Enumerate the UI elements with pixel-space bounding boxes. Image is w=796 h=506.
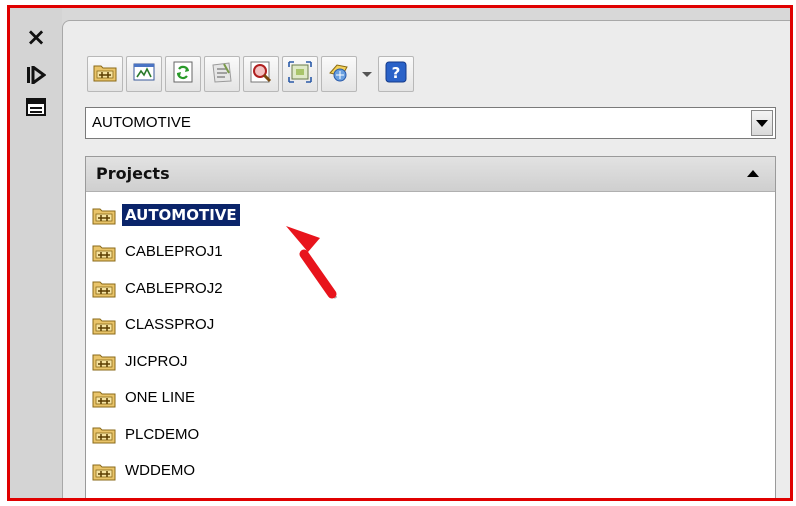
close-icon[interactable]: × (24, 25, 48, 49)
chevron-down-icon (756, 119, 768, 127)
project-wide-update-icon (249, 61, 273, 87)
task-list-button[interactable] (204, 56, 240, 92)
project-item[interactable]: CABLEPROJ2 (86, 270, 775, 307)
projects-tree: Projects AUTOMOTIVE CABLEPROJ1 CABLEPROJ2 C… (85, 156, 776, 498)
project-wide-reports-icon (288, 61, 312, 87)
project-folder-icon (92, 461, 116, 481)
collapse-arrow-icon[interactable] (747, 170, 759, 177)
project-item-label: PLCDEMO (125, 425, 200, 443)
project-folder-icon (92, 315, 116, 335)
project-item[interactable]: CABLEPROJ1 (86, 234, 775, 271)
project-wide-update-button[interactable] (243, 56, 279, 92)
open-project-button[interactable] (87, 56, 123, 92)
projects-list: AUTOMOTIVE CABLEPROJ1 CABLEPROJ2 CLASSPROJ J… (86, 192, 775, 489)
project-toolbar: ? (87, 55, 417, 93)
project-item-label: ONE LINE (125, 389, 196, 407)
project-folder-icon (92, 278, 116, 298)
refresh-icon (171, 61, 195, 87)
svg-text:?: ? (392, 64, 401, 82)
project-folder-icon (92, 205, 116, 225)
new-project-button[interactable] (126, 56, 162, 92)
plot-dropdown-arrow[interactable] (360, 56, 374, 92)
project-folder-icon (92, 242, 116, 262)
chevron-down-icon (362, 71, 372, 77)
project-item-label: JICPROJ (125, 352, 188, 370)
project-item[interactable]: JICPROJ (86, 343, 775, 380)
project-item-label: CABLEPROJ1 (125, 243, 223, 261)
project-manager-frame: × ? AUTOMOTIVE Projects AUTOMOTIVE CABLE… (7, 5, 793, 501)
refresh-button[interactable] (165, 56, 201, 92)
properties-icon[interactable] (24, 96, 48, 118)
project-selector-dropdown-button[interactable] (751, 110, 773, 136)
project-item-label: CLASSPROJ (125, 316, 215, 334)
palette-title-bar: × (10, 8, 62, 498)
projects-section-header[interactable]: Projects (86, 157, 775, 192)
project-wide-reports-button[interactable] (282, 56, 318, 92)
project-item[interactable]: ONE LINE (86, 380, 775, 417)
project-folder-icon (92, 351, 116, 371)
project-folder-icon (92, 424, 116, 444)
new-project-icon (132, 62, 156, 86)
project-item[interactable]: AUTOMOTIVE (86, 197, 775, 234)
project-selector-value: AUTOMOTIVE (92, 114, 191, 131)
help-button[interactable]: ? (378, 56, 414, 92)
help-icon: ? (385, 61, 407, 87)
project-item-label: CABLEPROJ2 (125, 279, 223, 297)
task-list-icon (210, 61, 234, 87)
project-folder-icon (92, 388, 116, 408)
project-selector-dropdown[interactable]: AUTOMOTIVE (85, 107, 776, 139)
projects-header-label: Projects (96, 164, 170, 183)
open-project-icon (93, 62, 117, 86)
plot-project-icon (327, 61, 351, 87)
project-item[interactable]: WDDEMO (86, 453, 775, 490)
project-item[interactable]: CLASSPROJ (86, 307, 775, 344)
auto-hide-icon[interactable] (24, 64, 48, 86)
project-manager-panel: ? AUTOMOTIVE Projects AUTOMOTIVE CABLEPRO… (62, 20, 790, 498)
project-item-label: WDDEMO (125, 462, 195, 480)
plot-project-button[interactable] (321, 56, 357, 92)
project-item-label: AUTOMOTIVE (122, 204, 240, 227)
project-item[interactable]: PLCDEMO (86, 416, 775, 453)
